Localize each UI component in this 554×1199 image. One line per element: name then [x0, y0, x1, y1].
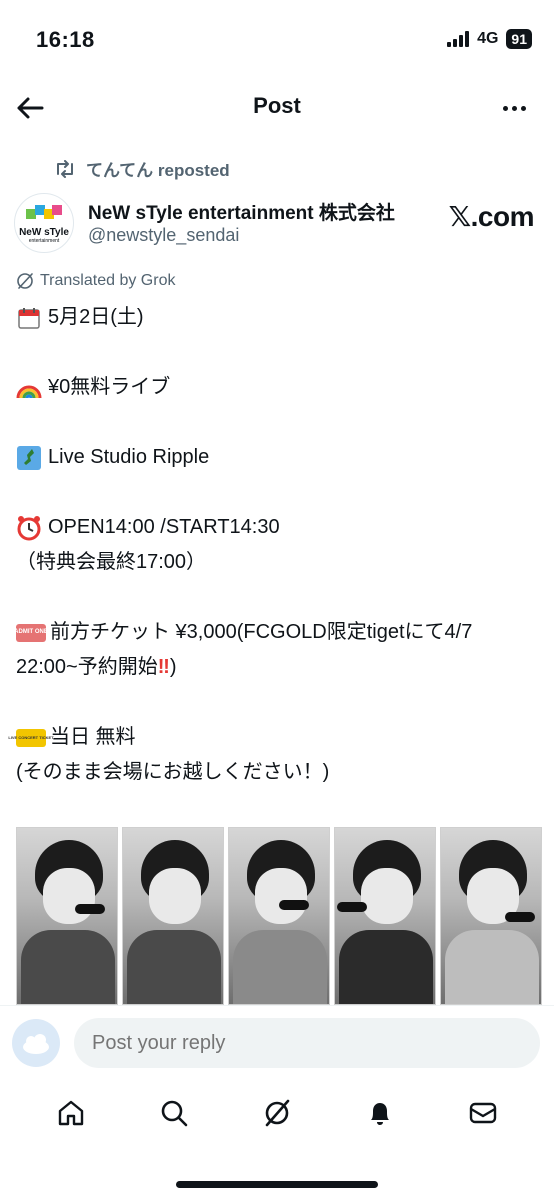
media-photo[interactable] [440, 827, 542, 1005]
brand-logo-icon [26, 204, 62, 219]
post-reserve-start: 22:00~予約開始 [16, 656, 158, 678]
messages-icon [469, 1102, 496, 1124]
more-button[interactable] [496, 90, 532, 126]
search-icon [161, 1100, 188, 1127]
tab-home[interactable] [47, 1089, 95, 1137]
avatar-subtext: entertainment [28, 237, 60, 244]
author-handle[interactable]: @newstyle_sendai [88, 225, 239, 246]
page-title: Post [253, 93, 301, 118]
post-line-sameday: LIVE CONCERT TICKET 当日 無料 [8, 720, 544, 755]
author-name[interactable]: NeW sTyle entertainment 株式会社 [88, 198, 395, 225]
grok-icon [265, 1099, 290, 1127]
post-sameday-free: 当日 無料 [50, 726, 136, 748]
home-icon [59, 1100, 84, 1126]
post-header: Post [0, 80, 554, 136]
media-photo[interactable] [334, 827, 436, 1005]
tab-messages[interactable] [459, 1089, 507, 1137]
map-icon [16, 445, 42, 471]
post-line-time: OPEN14:00 /START14:30 [16, 510, 544, 545]
post-media[interactable] [16, 827, 554, 1005]
post-line-date: 5月2日(土) [16, 300, 544, 335]
translated-label: Translated by Grok [40, 272, 176, 289]
home-indicator[interactable] [176, 1181, 378, 1188]
media-photo[interactable] [16, 827, 118, 1005]
post-line-free-live: ¥0無料ライブ [16, 370, 544, 405]
reply-bar [0, 1005, 554, 1077]
repost-text: てんてん reposted [86, 161, 230, 180]
avatar-text: NeW sTyle [19, 226, 69, 238]
reply-input[interactable] [74, 1018, 540, 1068]
tab-notifications[interactable] [356, 1089, 404, 1137]
more-dot [502, 105, 508, 111]
rainbow-icon [16, 375, 42, 401]
current-user-avatar[interactable] [12, 1019, 60, 1067]
status-bar: 16:18 4G 91 [0, 0, 554, 80]
admission-ticket-icon: ADMIT ONE [14, 623, 48, 642]
post-text: 5月2日(土) ¥0無料ライブ Live Studio Ripple OPEN1… [8, 300, 544, 790]
calendar-icon [16, 305, 42, 331]
repost-icon [57, 159, 73, 178]
post-line-note: (そのまま会場にお越しください！) [16, 755, 544, 790]
network-type: 4G [477, 30, 499, 47]
double-exclamation-icon: ‼ [157, 656, 170, 678]
signal-icon [447, 31, 470, 47]
more-dot [520, 105, 526, 111]
bottom-navigation [0, 1077, 554, 1149]
status-indicators: 4G 91 [447, 29, 532, 49]
post-reserve-end: ) [169, 656, 177, 678]
post-line-reserve: 22:00~予約開始 ‼ ) [16, 650, 544, 685]
post-note: (そのまま会場にお越しください！) [16, 761, 330, 783]
post-author: NeW sTyle entertainment NeW sTyle entert… [14, 188, 544, 253]
ticket-icon: LIVE CONCERT TICKET [8, 728, 54, 747]
tab-grok[interactable] [253, 1089, 301, 1137]
post-line-ticket: ADMIT ONE 前方チケット ¥3,000(FCGOLD限定tigetにて4… [14, 615, 544, 650]
translated-by-grok[interactable]: Translated by Grok [16, 272, 175, 290]
post-ticket-info: 前方チケット ¥3,000(FCGOLD限定tigetにて4/7 [50, 621, 473, 643]
avatar[interactable]: NeW sTyle entertainment [14, 193, 74, 253]
status-time: 16:18 [36, 27, 95, 52]
post-line-venue: Live Studio Ripple [16, 440, 544, 475]
notifications-icon [370, 1103, 389, 1125]
post-open-start: OPEN14:00 /START14:30 [48, 516, 280, 538]
post-venue: Live Studio Ripple [48, 446, 210, 468]
xcom-watermark: 𝕏.com [448, 201, 535, 232]
alarm-clock-icon [16, 515, 42, 541]
post-date: 5月2日(土) [48, 306, 144, 328]
media-photo[interactable] [122, 827, 224, 1005]
more-dot [511, 105, 517, 111]
tab-search[interactable] [150, 1089, 198, 1137]
user-avatar-icon [23, 1034, 49, 1054]
post-event-end: （特典会最終17:00） [16, 551, 207, 573]
media-photo[interactable] [228, 827, 330, 1005]
battery-icon: 91 [506, 29, 532, 49]
repost-indicator[interactable]: てんてん reposted [54, 156, 230, 181]
grok-icon [17, 273, 33, 289]
post-line-end: （特典会最終17:00） [16, 545, 544, 580]
post-free-live: ¥0無料ライブ [48, 376, 171, 398]
